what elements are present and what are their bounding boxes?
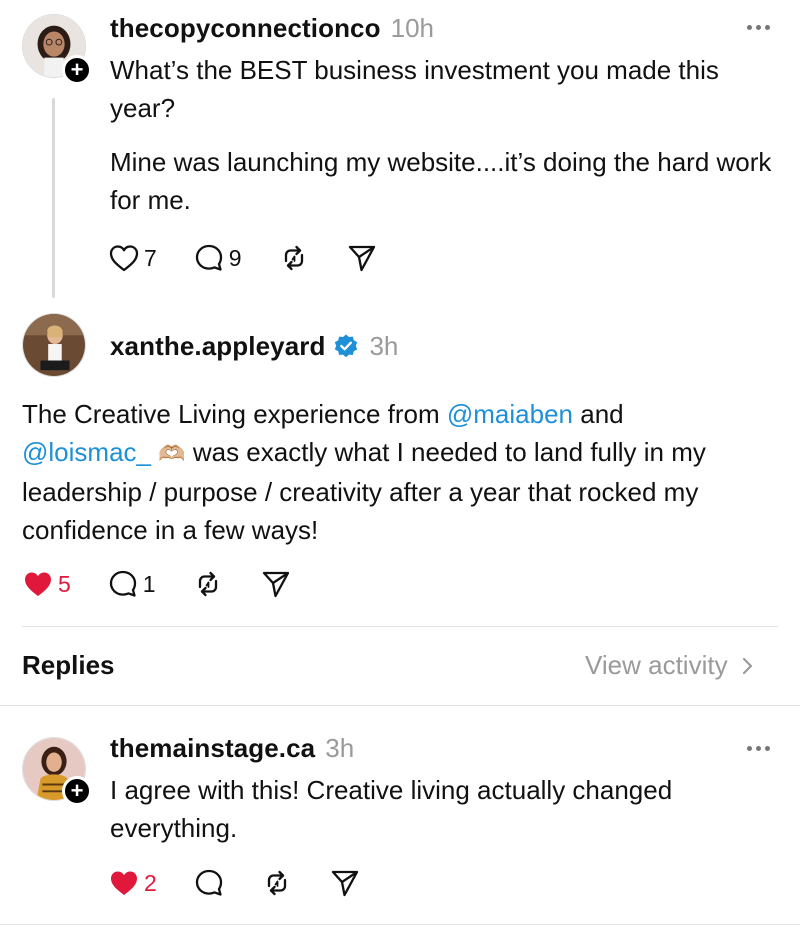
- thread-line: [52, 98, 55, 298]
- share-button[interactable]: [346, 242, 378, 274]
- repost-icon: [198, 571, 217, 597]
- divider: [0, 924, 800, 925]
- post-body: The Creative Living experience from @mai…: [22, 395, 782, 549]
- verified-icon: [335, 334, 358, 358]
- post-text: The Creative Living experience from: [22, 399, 447, 429]
- repost-button[interactable]: [278, 242, 310, 274]
- like-button[interactable]: 7: [108, 243, 157, 273]
- post-paragraph: What’s the BEST business investment you …: [110, 55, 719, 123]
- more-icon[interactable]: [747, 746, 770, 751]
- timestamp: 3h: [325, 732, 355, 763]
- divider: [0, 705, 800, 706]
- chevron-right-icon: [742, 657, 752, 674]
- comment-icon: [109, 570, 136, 597]
- reply-actions: 2: [108, 865, 397, 901]
- more-icon[interactable]: [747, 25, 770, 30]
- comment-icon: [195, 244, 222, 271]
- share-button[interactable]: [329, 867, 361, 899]
- repost-icon: [267, 870, 286, 896]
- repost-button[interactable]: [261, 867, 293, 899]
- comment-count: 9: [228, 244, 242, 271]
- like-button[interactable]: 2: [108, 868, 157, 898]
- comment-button[interactable]: 1: [107, 568, 156, 600]
- repost-button[interactable]: [192, 568, 224, 600]
- share-icon: [262, 571, 289, 598]
- username[interactable]: thecopyconnectionco: [110, 13, 381, 44]
- reply-body: I agree with this! Creative living actua…: [110, 775, 673, 843]
- heart-filled-icon: [111, 871, 137, 895]
- comment-button[interactable]: 9: [193, 242, 242, 274]
- comment-button[interactable]: [193, 867, 225, 899]
- timestamp: 3h: [369, 330, 399, 361]
- heart-filled-icon: [25, 572, 51, 596]
- post-text: and: [573, 399, 624, 429]
- heart-hands-emoji: 🫶🏼: [158, 441, 186, 466]
- post-header: xanthe.appleyard 3h: [110, 330, 398, 362]
- mention-link[interactable]: @maiaben: [447, 399, 573, 429]
- username[interactable]: xanthe.appleyard: [110, 331, 325, 362]
- comment-icon: [195, 869, 222, 896]
- heart-icon: [109, 245, 139, 272]
- like-count: 7: [144, 244, 157, 271]
- share-button[interactable]: [260, 568, 292, 600]
- comment-count: 1: [142, 570, 156, 597]
- follow-plus-icon[interactable]: +: [62, 55, 92, 85]
- replies-heading: Replies: [22, 650, 115, 680]
- mention-link[interactable]: @loismac_: [22, 437, 151, 467]
- post-actions: 5 1: [22, 566, 328, 602]
- share-icon: [348, 245, 375, 272]
- username[interactable]: themainstage.ca: [110, 733, 315, 764]
- view-activity-link[interactable]: View activity: [585, 650, 758, 681]
- reply-header: themainstage.ca 3h: [110, 732, 354, 764]
- divider: [22, 626, 778, 627]
- timestamp: 10h: [390, 12, 434, 43]
- follow-plus-icon[interactable]: +: [62, 776, 92, 806]
- share-icon: [331, 870, 358, 897]
- post-body: What’s the BEST business investment you …: [110, 51, 780, 219]
- like-count: 2: [144, 869, 157, 896]
- avatar[interactable]: [22, 313, 86, 377]
- post-actions: 7 9: [108, 240, 414, 276]
- view-activity-label: View activity: [585, 650, 728, 680]
- post-header: thecopyconnectionco 10h: [110, 12, 434, 44]
- like-button[interactable]: 5: [22, 569, 71, 599]
- post-paragraph: Mine was launching my website....it’s do…: [110, 147, 772, 215]
- like-count: 5: [58, 570, 71, 597]
- repost-icon: [284, 245, 303, 271]
